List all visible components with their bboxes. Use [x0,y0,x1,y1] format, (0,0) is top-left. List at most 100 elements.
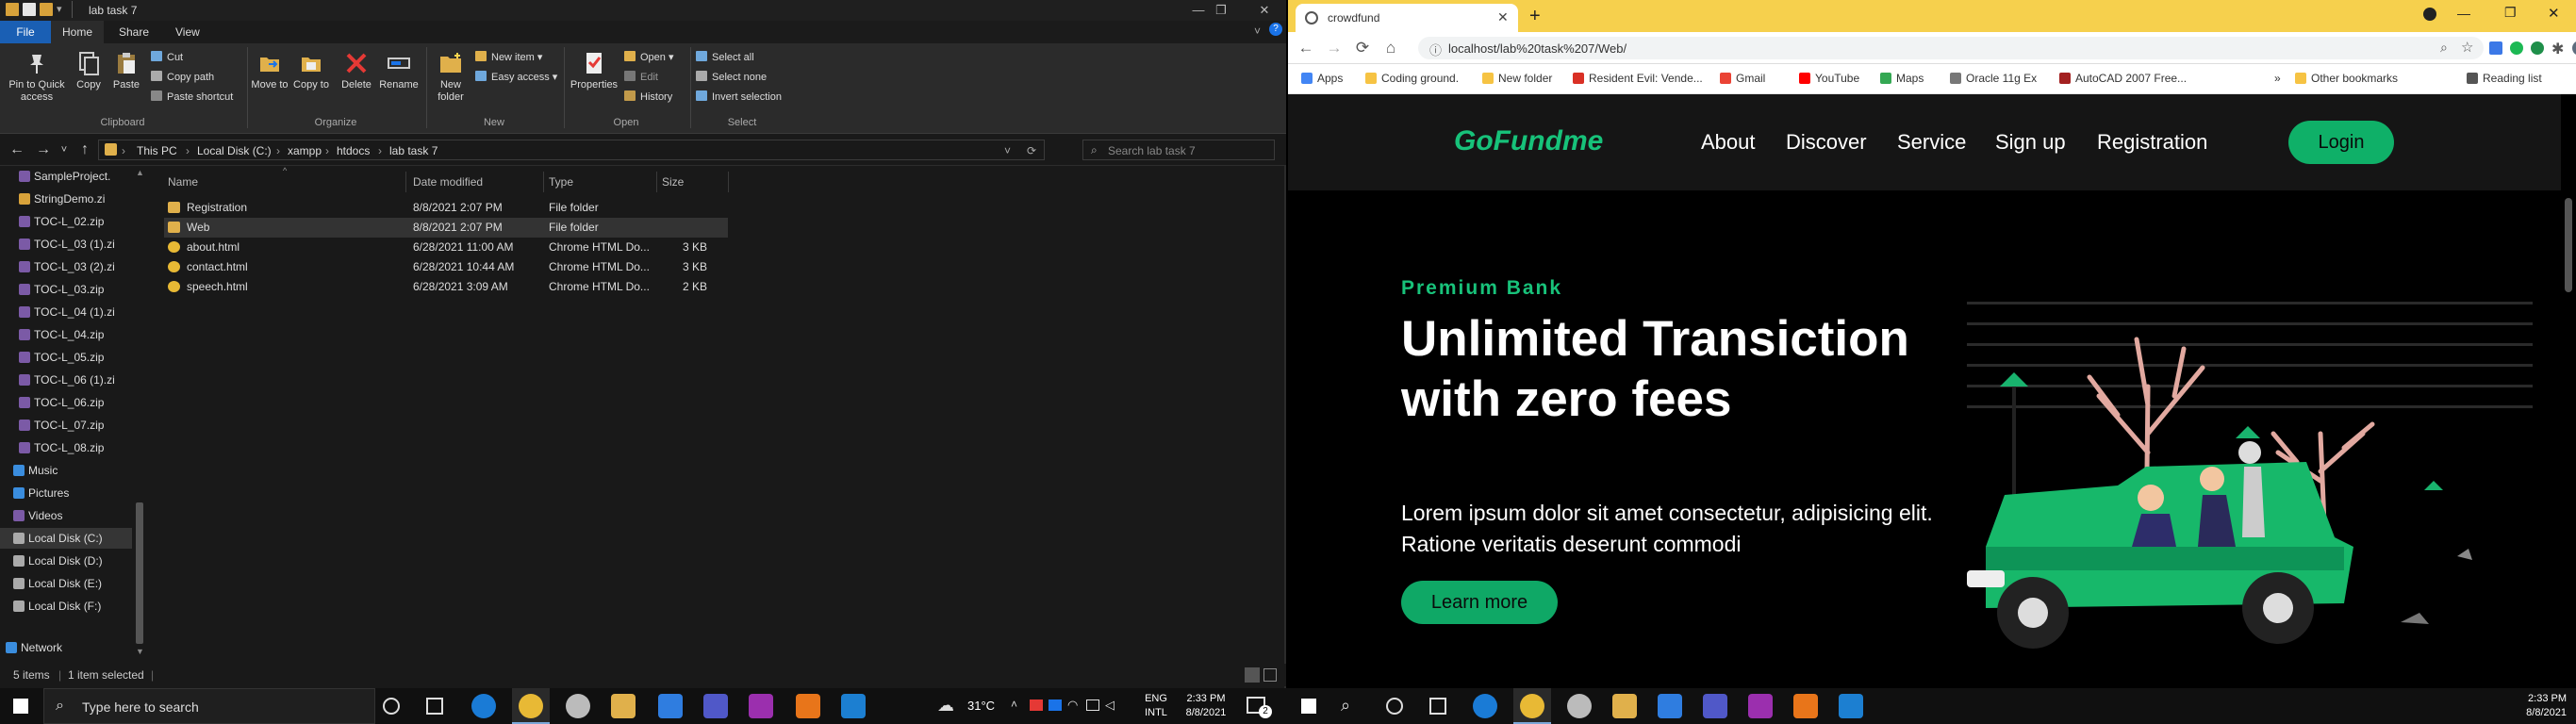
copy-to-button[interactable]: Copy to [292,51,330,91]
paste-button[interactable]: Paste [107,51,145,91]
select-all-button[interactable]: Select all [696,51,754,64]
teams-icon[interactable] [703,694,728,718]
grammarly-icon[interactable] [2510,41,2523,55]
chrome-icon[interactable] [1520,694,1544,718]
cortana-icon[interactable] [383,698,400,715]
bookmark-apps[interactable]: Apps [1301,72,1343,85]
pin-quick-access-button[interactable]: Pin to Quick access [4,51,70,104]
scroll-down-icon[interactable]: ▼ [136,647,144,656]
bookmark-reading-list[interactable]: Reading list [2467,72,2542,85]
nav-item-toc-l-06-1[interactable]: TOC-L_06 (1).zi [0,370,132,390]
vscode-icon[interactable] [841,694,866,718]
nav-item-toc-l-04[interactable]: TOC-L_04.zip [0,324,132,345]
large-icons-view-icon[interactable] [1263,668,1277,682]
column-type[interactable]: Type [549,175,573,189]
app-icon[interactable] [749,694,773,718]
login-button[interactable]: Login [2288,121,2394,164]
up-icon[interactable]: ↑ [75,141,94,158]
restore-icon[interactable]: ❐ [2504,5,2517,21]
tray-app-icon[interactable] [1030,699,1043,711]
file-explorer-icon[interactable] [611,694,636,718]
nav-link-sign-up[interactable]: Sign up [1995,130,2066,155]
wifi-icon[interactable]: ◠ [1067,698,1078,713]
new-tab-icon[interactable]: + [1529,6,1541,27]
forward-icon[interactable]: → [34,141,53,158]
site-logo[interactable]: GoFundme [1454,125,1603,157]
bookmark-other[interactable]: Other bookmarks [2295,72,2398,85]
scroll-thumb[interactable] [136,502,143,644]
battery-icon[interactable] [1086,699,1099,711]
table-row[interactable]: Registration 8/8/2021 2:07 PM File folder [164,198,728,218]
nav-item-local-disk-e[interactable]: Local Disk (E:) [0,573,132,594]
nav-item-videos[interactable]: Videos [0,505,132,526]
search-box[interactable]: ⌕ Search lab task 7 [1082,140,1275,160]
nav-item-toc-l-05[interactable]: TOC-L_05.zip [0,347,132,368]
page-scrollbar[interactable] [2561,94,2576,688]
app-icon[interactable] [1748,694,1773,718]
restore-icon[interactable]: ❐ [1199,0,1243,21]
history-button[interactable]: History [624,90,672,104]
avatar[interactable] [2572,41,2576,56]
divider[interactable] [405,172,406,192]
bookmark-star-icon[interactable]: ☆ [2461,39,2473,56]
new-item-button[interactable]: New item ▾ [475,51,542,64]
nav-item-toc-l-02[interactable]: TOC-L_02.zip [0,211,132,232]
edit-button[interactable]: Edit [624,71,658,84]
teams-icon[interactable] [1703,694,1727,718]
system-clock[interactable]: 2:33 PM 8/8/2021 [2510,692,2567,720]
nav-item-toc-l-03-1[interactable]: TOC-L_03 (1).zi [0,234,132,255]
zoom-icon[interactable]: ⌕ [2440,40,2448,56]
close-tab-icon[interactable]: ✕ [1497,9,1509,25]
nav-item-local-disk-f[interactable]: Local Disk (F:) [0,596,132,617]
nav-item-toc-l-08[interactable]: TOC-L_08.zip [0,437,132,458]
close-icon[interactable]: ✕ [2548,5,2560,22]
bookmark-youtube[interactable]: YouTube [1799,72,1859,85]
breadcrumb-local-disk[interactable]: Local Disk (C:) [197,144,272,157]
settings-icon[interactable] [1567,694,1592,718]
divider[interactable] [728,172,729,192]
table-row[interactable]: speech.html 6/28/2021 3:09 AM Chrome HTML … [164,277,728,297]
nav-item-sample-project[interactable]: SampleProject. [0,166,132,187]
back-icon[interactable]: ← [8,141,26,158]
open-button[interactable]: Open ▾ [624,51,674,64]
easy-access-button[interactable]: Easy access ▾ [475,71,557,84]
taskbar-search-box[interactable]: ⌕ Type here to search [43,688,375,724]
weather-temp[interactable]: 31°C [967,699,995,713]
extension-icon[interactable] [2531,41,2544,55]
properties-button[interactable]: Properties [568,51,620,91]
breadcrumb-htdocs[interactable]: htdocs [337,144,370,157]
nav-link-discover[interactable]: Discover [1786,130,1867,155]
recent-locations-icon[interactable]: ˅ [55,144,74,156]
bookmark-oracle[interactable]: Oracle 11g Ex [1950,72,2037,85]
nav-link-service[interactable]: Service [1897,130,1966,155]
details-view-icon[interactable] [1245,667,1260,683]
task-view-icon[interactable] [1429,698,1446,715]
extensions-puzzle-icon[interactable]: ✱ [2551,40,2564,58]
browser-tab[interactable]: crowdfund ✕ [1296,4,1518,32]
properties-icon[interactable] [23,3,36,16]
new-folder-icon[interactable] [40,3,53,16]
task-view-icon[interactable] [426,698,443,715]
delete-button[interactable]: Delete [338,51,375,91]
settings-icon[interactable] [566,694,590,718]
reload-icon[interactable]: ⟳ [1352,39,1373,58]
url-bar[interactable]: ⓘ localhost/lab%20task%207/Web/ ⌕ ☆ [1418,37,2484,59]
close-icon[interactable]: ✕ [1243,0,1286,21]
forward-icon[interactable]: → [1324,39,1345,58]
breadcrumb-this-pc[interactable]: This PC [137,144,177,157]
new-folder-button[interactable]: New folder [430,51,471,104]
invert-selection-button[interactable]: Invert selection [696,90,782,104]
breadcrumb-lab-task-7[interactable]: lab task 7 [389,144,438,157]
tray-chevron-icon[interactable]: ˄ [1011,698,1017,711]
nav-item-toc-l-03[interactable]: TOC-L_03.zip [0,279,132,300]
tab-search-icon[interactable] [2423,8,2436,21]
nav-item-local-disk-c[interactable]: Local Disk (C:) [0,528,132,549]
language-indicator[interactable]: ENG INTL [1141,692,1171,720]
info-icon[interactable]: ⓘ [1429,41,1442,58]
nav-link-about[interactable]: About [1701,130,1756,155]
column-name[interactable]: Name [168,175,198,189]
expand-ribbon-icon[interactable]: ˅ [1254,25,1261,38]
table-row[interactable]: Web 8/8/2021 2:07 PM File folder [164,218,728,238]
search-icon[interactable]: ⌕ [1341,696,1350,716]
learn-more-button[interactable]: Learn more [1401,581,1558,624]
